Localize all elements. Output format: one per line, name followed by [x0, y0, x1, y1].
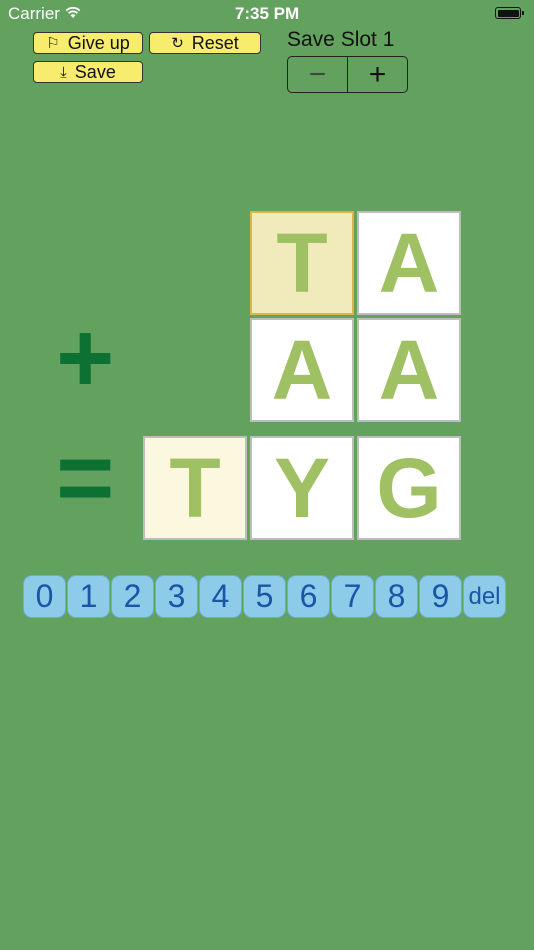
key-0[interactable]: 0	[23, 575, 66, 618]
key-4[interactable]: 4	[199, 575, 242, 618]
key-7[interactable]: 7	[331, 575, 374, 618]
key-1[interactable]: 1	[67, 575, 110, 618]
flag-icon: ⚐	[46, 34, 60, 52]
key-5[interactable]: 5	[243, 575, 286, 618]
give-up-label: Give up	[67, 32, 130, 53]
plus-operator: +	[56, 302, 115, 414]
give-up-button[interactable]: ⚐ Give up	[33, 32, 143, 54]
slot-increment-button[interactable]: +	[348, 57, 407, 92]
save-slot-label: Save Slot 1	[287, 28, 395, 51]
clock: 7:35 PM	[234, 4, 300, 23]
key-2[interactable]: 2	[111, 575, 154, 618]
result-cell-c1[interactable]: Y	[250, 436, 354, 540]
status-bar: Carrier 7:35 PM	[0, 0, 534, 28]
puzzle-cell-r1-c1[interactable]: T	[250, 211, 354, 315]
key-9[interactable]: 9	[419, 575, 462, 618]
slot-decrement-button[interactable]: −	[288, 57, 348, 92]
puzzle-cell-r2-c2[interactable]: A	[357, 318, 461, 422]
refresh-icon: ↻	[171, 34, 184, 52]
equals-operator: =	[56, 422, 115, 534]
slot-stepper: − +	[287, 56, 408, 93]
result-cell-c2[interactable]: G	[357, 436, 461, 540]
save-button[interactable]: ⤓ Save	[33, 61, 143, 83]
puzzle-cell-r2-c1[interactable]: A	[250, 318, 354, 422]
delete-key[interactable]: del	[463, 575, 506, 618]
key-3[interactable]: 3	[155, 575, 198, 618]
reset-label: Reset	[191, 32, 239, 53]
puzzle-cell-r1-c2[interactable]: A	[357, 211, 461, 315]
save-label: Save	[74, 61, 116, 82]
key-6[interactable]: 6	[287, 575, 330, 618]
digit-keypad: 0 1 2 3 4 5 6 7 8 9 del	[23, 575, 506, 618]
result-cell-c0[interactable]: T	[143, 436, 247, 540]
reset-button[interactable]: ↻ Reset	[149, 32, 261, 54]
battery-icon	[495, 7, 524, 19]
key-8[interactable]: 8	[375, 575, 418, 618]
download-icon: ⤓	[60, 63, 67, 81]
